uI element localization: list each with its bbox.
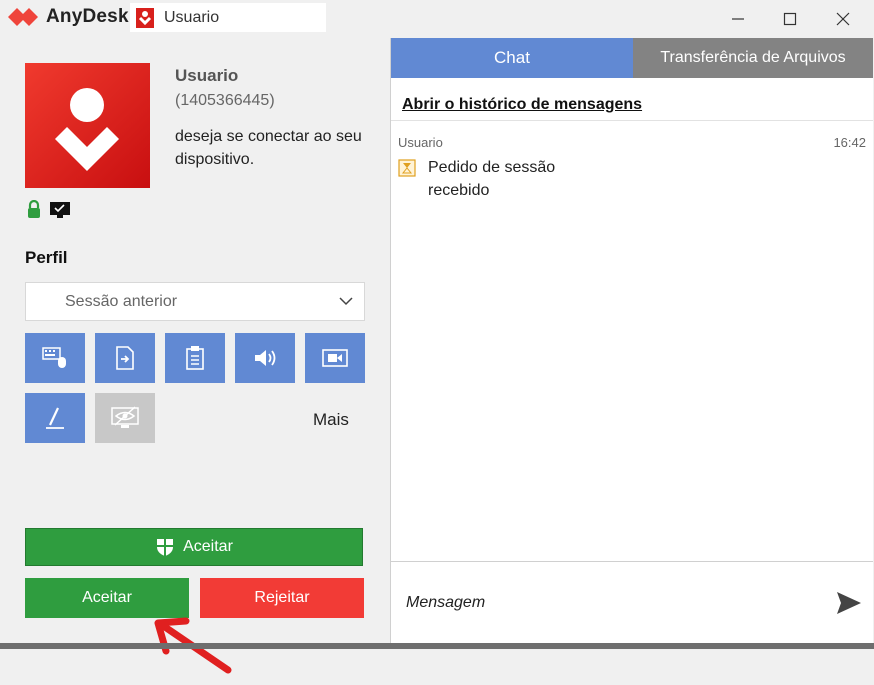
- permission-record-session-button[interactable]: [305, 333, 365, 383]
- open-message-history-link[interactable]: Abrir o histórico de mensagens: [402, 96, 642, 114]
- monitor-icon: [50, 202, 70, 218]
- shield-icon: [157, 539, 174, 556]
- message-time: 16:42: [833, 135, 866, 150]
- permission-keyboard-mouse-button[interactable]: [25, 333, 85, 383]
- tab-file-transfer-label: Transferência de Arquivos: [660, 49, 846, 66]
- hourglass-icon: [398, 159, 416, 177]
- close-icon: [836, 12, 850, 26]
- app-brand: AnyDesk: [8, 6, 129, 28]
- app-name: AnyDesk: [46, 6, 129, 27]
- permission-sound-button[interactable]: [235, 333, 295, 383]
- record-session-icon: [322, 349, 348, 367]
- accept-button[interactable]: Aceitar: [25, 578, 189, 618]
- minimize-button[interactable]: [723, 6, 753, 32]
- send-icon[interactable]: [835, 590, 863, 616]
- tab-chat-label: Chat: [494, 48, 530, 67]
- title-bar: AnyDesk Usuario: [0, 0, 874, 38]
- minimize-icon: [732, 18, 744, 20]
- window-bottom-border: [0, 643, 874, 649]
- reject-label: Rejeitar: [254, 589, 310, 606]
- maximize-icon: [783, 12, 797, 26]
- user-id: (1405366445): [175, 92, 275, 109]
- request-message: deseja se conectar ao seu dispositivo.: [175, 128, 362, 168]
- annotation-arrow-icon: [154, 617, 232, 674]
- message-text: Pedido de sessão recebido: [428, 159, 556, 199]
- maximize-button[interactable]: [775, 6, 805, 32]
- message-sender: Usuario: [398, 135, 443, 150]
- draw-icon: [46, 407, 64, 429]
- chat-panel: Chat Transferência de Arquivos Abrir o h…: [390, 38, 873, 644]
- tab-file-transfer[interactable]: Transferência de Arquivos: [633, 38, 873, 78]
- file-manager-icon: [116, 346, 134, 370]
- permission-file-manager-button[interactable]: [95, 333, 155, 383]
- anydesk-user-icon: [136, 7, 154, 28]
- divider: [391, 120, 873, 121]
- keyboard-mouse-icon: [42, 347, 66, 368]
- privacy-mode-icon: [111, 406, 139, 428]
- message-input[interactable]: Mensagem: [406, 594, 485, 612]
- request-panel: Usuario (1405366445) deseja se conectar …: [0, 38, 390, 674]
- session-tab[interactable]: Usuario: [130, 3, 326, 32]
- user-name: Usuario: [175, 66, 239, 85]
- status-icons: [25, 200, 71, 220]
- lock-icon: [28, 200, 40, 218]
- message-composer: Mensagem: [391, 561, 873, 644]
- tab-chat[interactable]: Chat: [391, 38, 633, 78]
- avatar: [25, 63, 150, 188]
- permission-privacy-mode-button[interactable]: [95, 393, 155, 443]
- accept-with-profile-label: Aceitar: [183, 538, 233, 555]
- reject-button[interactable]: Rejeitar: [200, 578, 364, 618]
- session-tab-label: Usuario: [164, 8, 220, 26]
- accept-with-profile-button[interactable]: Aceitar: [25, 528, 363, 566]
- accept-label: Aceitar: [82, 589, 132, 606]
- clipboard-icon: [186, 346, 204, 370]
- anydesk-logo-icon: [8, 8, 38, 26]
- profile-selected-value: Sessão anterior: [65, 292, 178, 310]
- chevron-down-icon: [339, 297, 353, 306]
- close-button[interactable]: [828, 6, 858, 32]
- profile-label: Perfil: [25, 248, 68, 267]
- sound-icon: [255, 350, 276, 366]
- more-permissions-link[interactable]: Mais: [313, 410, 349, 430]
- anydesk-user-icon: [54, 88, 120, 172]
- permission-draw-button[interactable]: [25, 393, 85, 443]
- permission-clipboard-button[interactable]: [165, 333, 225, 383]
- profile-dropdown[interactable]: Sessão anterior: [25, 282, 365, 321]
